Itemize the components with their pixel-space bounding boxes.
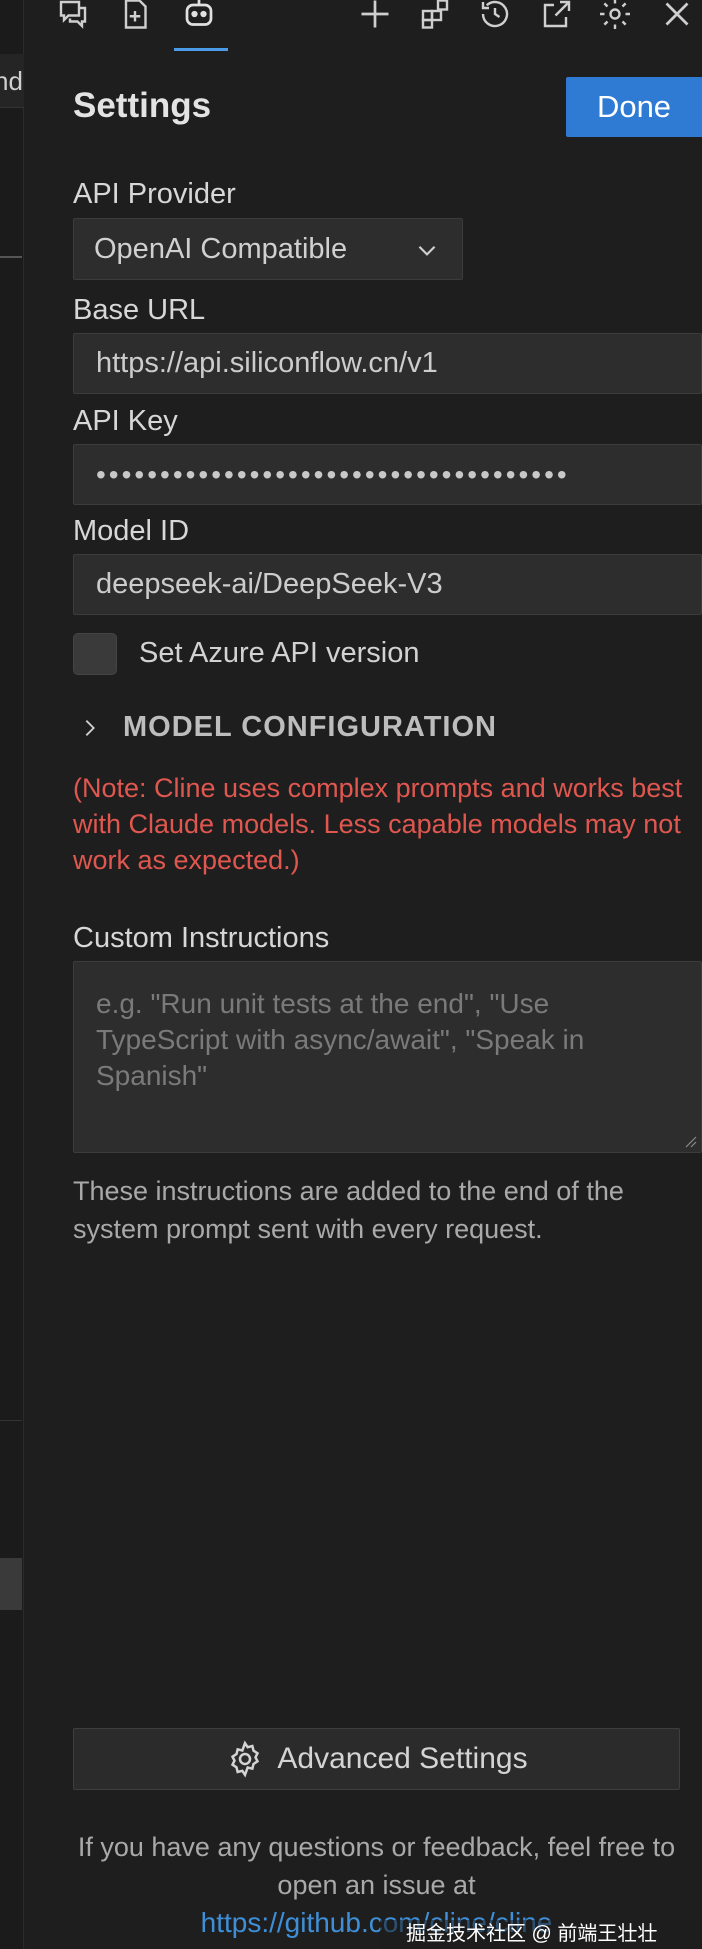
custom-instructions-placeholder: e.g. "Run unit tests at the end", "Use T… <box>96 988 585 1091</box>
external-link-icon[interactable] <box>535 0 579 36</box>
history-icon[interactable] <box>473 0 517 36</box>
custom-instructions-textarea[interactable]: e.g. "Run unit tests at the end", "Use T… <box>73 961 702 1153</box>
new-file-icon[interactable] <box>113 0 157 36</box>
base-url-label: Base URL <box>73 294 206 326</box>
model-warning-note: (Note: Cline uses complex prompts and wo… <box>73 773 683 875</box>
model-id-label: Model ID <box>73 515 190 547</box>
plus-icon[interactable] <box>353 0 397 36</box>
model-id-input[interactable]: deepseek-ai/DeepSeek-V3 <box>73 554 702 615</box>
chevron-right-icon <box>85 719 95 736</box>
divider <box>0 1420 22 1421</box>
page-title: Settings <box>73 86 212 125</box>
settings-panel: Settings Done API Provider OpenAI Compat… <box>25 0 702 1949</box>
api-provider-value: OpenAI Compatible <box>94 233 348 265</box>
gear-icon <box>231 1740 260 1778</box>
editor-sliver: nd <box>0 0 24 1949</box>
editor-tab-label: nd <box>0 66 23 96</box>
app-root: nd <box>0 0 702 1949</box>
done-button[interactable]: Done <box>566 77 702 137</box>
divider <box>0 256 22 258</box>
api-key-label: API Key <box>73 405 178 437</box>
custom-instructions-label: Custom Instructions <box>73 922 330 954</box>
active-tab-indicator <box>174 48 228 51</box>
watermark: 掘金技术社区 @ 前端王壮壮 <box>380 1920 702 1949</box>
api-provider-select[interactable]: OpenAI Compatible <box>73 218 463 280</box>
panel-toolbar <box>25 0 702 52</box>
advanced-settings-label: Advanced Settings <box>277 1742 528 1775</box>
model-configuration-toggle[interactable]: MODEL CONFIGURATION <box>79 711 497 744</box>
chevron-down-icon <box>418 245 436 256</box>
base-url-input[interactable]: https://api.siliconflow.cn/v1 <box>73 333 702 394</box>
azure-version-checkbox[interactable] <box>73 633 117 675</box>
custom-instructions-help: These instructions are added to the end … <box>73 1176 624 1244</box>
extensions-icon[interactable] <box>413 0 457 36</box>
close-icon[interactable] <box>655 0 699 36</box>
editor-selection-block <box>0 1558 22 1610</box>
api-provider-label: API Provider <box>73 178 236 210</box>
gear-icon[interactable] <box>593 0 637 36</box>
api-key-input[interactable]: ••••••••••••••••••••••••••••••••••••• <box>73 444 702 505</box>
model-configuration-label: MODEL CONFIGURATION <box>123 711 497 743</box>
editor-tab[interactable]: nd <box>0 54 24 108</box>
advanced-settings-button[interactable]: Advanced Settings <box>73 1728 680 1790</box>
resize-handle-icon[interactable] <box>683 1134 697 1148</box>
chat-history-icon[interactable] <box>51 0 95 36</box>
feedback-text: If you have any questions or feedback, f… <box>77 1832 676 1900</box>
azure-version-label[interactable]: Set Azure API version <box>139 637 419 670</box>
robot-icon[interactable] <box>177 0 221 36</box>
